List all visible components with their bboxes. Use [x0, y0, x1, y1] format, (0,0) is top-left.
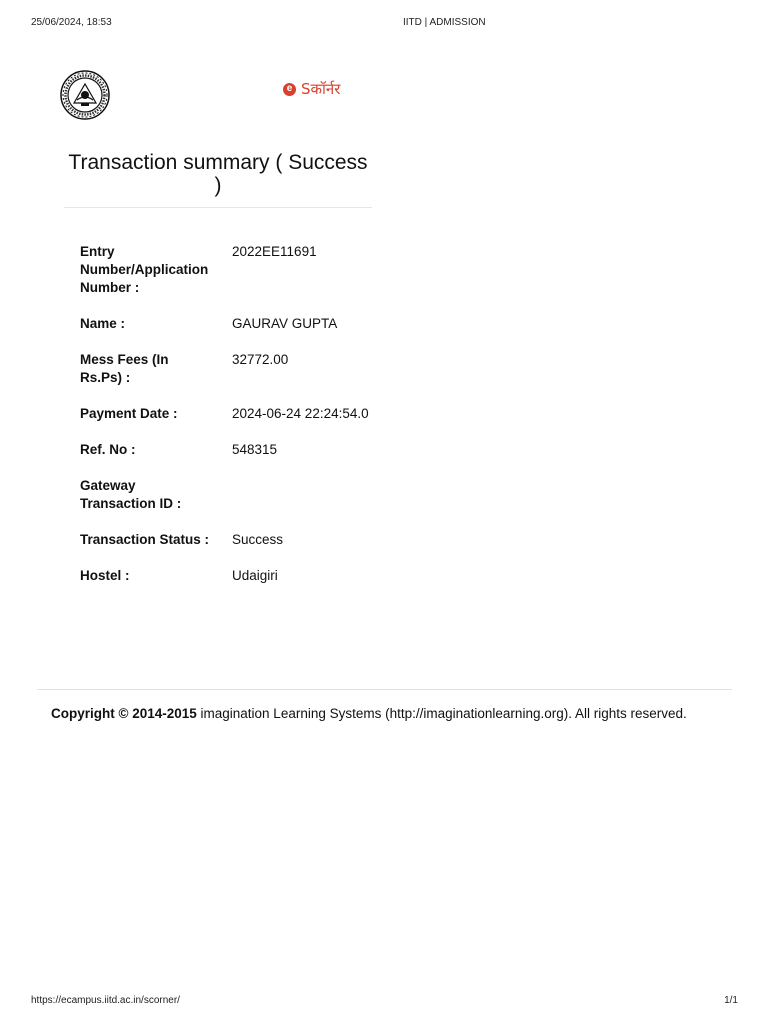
detail-row: Gateway Transaction ID : [80, 477, 380, 513]
copyright-years: Copyright © 2014-2015 [51, 706, 197, 721]
print-datetime: 25/06/2024, 18:53 [31, 17, 112, 28]
detail-value: 548315 [232, 442, 278, 457]
detail-row: Mess Fees (In Rs.Ps) : 32772.00 [80, 351, 380, 387]
detail-row: Payment Date : 2024-06-24 22:24:54.0 [80, 405, 380, 423]
iitd-logo [60, 70, 110, 120]
detail-row: Entry Number/Application Number : 2022EE1… [80, 243, 380, 297]
detail-row: Transaction Status : Success [80, 531, 380, 549]
detail-value: 2024-06-24 22:24:54.0 [232, 406, 369, 421]
detail-label: Gateway Transaction ID : [80, 478, 182, 511]
detail-label: Name : [80, 316, 126, 331]
detail-row: Name : GAURAV GUPTA [80, 315, 380, 333]
footer-divider [37, 689, 732, 690]
brand-e-icon: e [283, 82, 296, 96]
detail-value: GAURAV GUPTA [232, 316, 338, 331]
print-page-title: IITD | ADMISSION [403, 17, 486, 28]
detail-label: Ref. No : [80, 442, 136, 457]
detail-label: Transaction Status : [80, 532, 210, 547]
title-block: Transaction summary ( Success ) [64, 151, 372, 208]
detail-label: Mess Fees (In Rs.Ps) : [80, 352, 169, 385]
print-page-number: 1/1 [724, 995, 738, 1006]
iitd-seal-icon [60, 70, 110, 120]
detail-label: Entry Number/Application Number : [80, 244, 209, 295]
page-title: Transaction summary ( Success ) [68, 151, 368, 197]
detail-value: 2022EE11691 [232, 244, 317, 259]
detail-label: Payment Date : [80, 406, 178, 421]
print-url: https://ecampus.iitd.ac.in/scorner/ [31, 995, 180, 1006]
detail-label: Hostel : [80, 568, 130, 583]
detail-value [232, 477, 372, 513]
detail-row: Ref. No : 548315 [80, 441, 380, 459]
print-header: 25/06/2024, 18:53 IITD | ADMISSION [31, 17, 738, 31]
detail-value: Success [232, 532, 284, 547]
detail-row: Hostel : Udaigiri [80, 567, 380, 585]
print-footer: https://ecampus.iitd.ac.in/scorner/ 1/1 [31, 995, 738, 1009]
transaction-details: Entry Number/Application Number : 2022EE1… [80, 243, 380, 603]
brand-name: Sकॉर्नर [301, 80, 341, 98]
detail-value: 32772.00 [232, 352, 289, 367]
scorner-brand: e Sकॉर्नर [283, 79, 340, 99]
detail-value: Udaigiri [232, 568, 278, 583]
copyright: Copyright © 2014-2015 imagination Learni… [51, 706, 751, 721]
copyright-text: imagination Learning Systems (http://ima… [196, 706, 687, 721]
